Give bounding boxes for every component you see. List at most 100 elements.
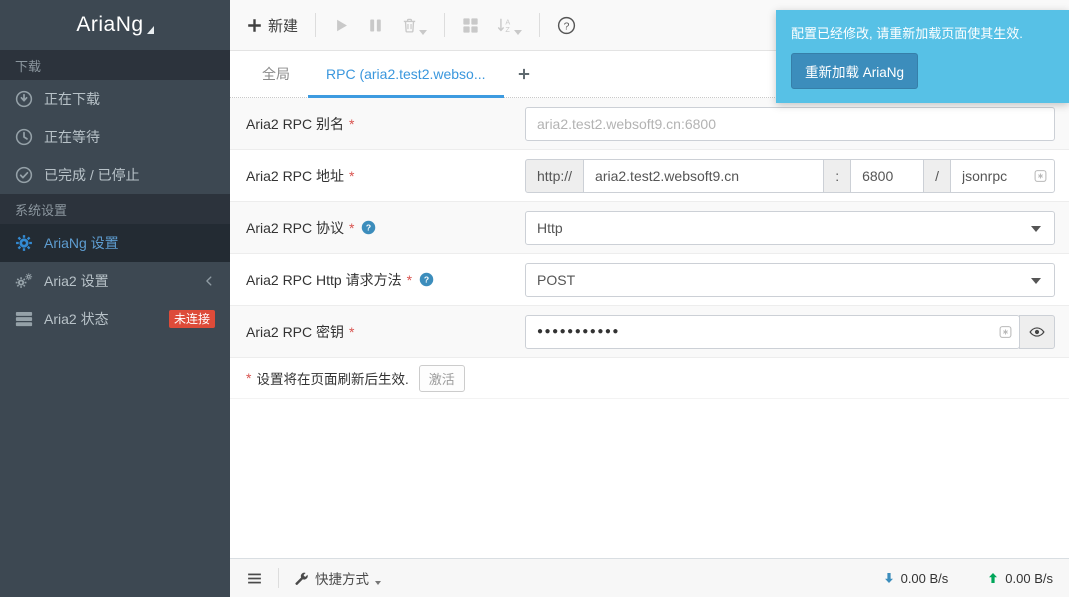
upload-arrow-icon: [986, 571, 1000, 585]
rpc-secret-control: [525, 315, 1055, 349]
show-secret-button[interactable]: [1019, 315, 1055, 349]
field-label-text: Aria2 RPC Http 请求方法: [246, 270, 402, 290]
download-speed-value: 0.00 B/s: [901, 571, 949, 586]
sidebar-item-label: 已完成 / 已停止: [44, 165, 140, 185]
add-rpc-tab-button[interactable]: [504, 51, 544, 97]
rpc-protocol-label: Aria2 RPC 协议 *: [230, 218, 525, 238]
rpc-protocol-control: Http: [525, 211, 1055, 245]
form-row-rpc-address: Aria2 RPC 地址 * http:// : /: [230, 150, 1069, 202]
reload-ariang-button[interactable]: 重新加载 AriaNg: [791, 53, 918, 89]
sidebar-item-label: 正在等待: [44, 127, 100, 147]
select-caret-icon: [1031, 226, 1041, 232]
required-asterisk: *: [407, 272, 412, 288]
download-speed: 0.00 B/s: [882, 571, 949, 586]
required-asterisk: *: [349, 324, 354, 340]
not-connected-badge: 未连接: [169, 310, 215, 328]
rpc-http-method-label: Aria2 RPC Http 请求方法 *: [230, 270, 525, 290]
field-label-text: Aria2 RPC 协议: [246, 218, 344, 238]
eye-icon: [1029, 324, 1045, 340]
selected-value: POST: [537, 272, 575, 288]
plus-icon: [246, 17, 263, 34]
sidebar-item-finished-stopped[interactable]: 已完成 / 已停止: [0, 156, 230, 194]
form-row-rpc-secret: Aria2 RPC 密钥 *: [230, 306, 1069, 358]
plus-icon: [517, 67, 531, 81]
sidebar-item-label: Aria2 状态: [44, 309, 109, 329]
colon-addon: :: [823, 159, 851, 193]
app-logo[interactable]: AriaNg: [0, 0, 230, 50]
sidebar-item-label: AriaNg 设置: [44, 233, 119, 253]
statusbar-separator: [278, 568, 279, 588]
sidebar-item-ariang-settings[interactable]: AriaNg 设置: [0, 224, 230, 262]
sort-tasks-button[interactable]: [496, 17, 513, 34]
chevron-left-icon: [203, 275, 215, 287]
statusbar-speeds: 0.00 B/s 0.00 B/s: [882, 571, 1053, 586]
pause-task-button[interactable]: [367, 17, 384, 34]
shortcut-caret-icon: [375, 581, 381, 585]
activate-button[interactable]: 激活: [419, 365, 465, 392]
rpc-secret-input[interactable]: [525, 315, 1020, 349]
form-row-rpc-alias: Aria2 RPC 别名 *: [230, 98, 1069, 150]
sort-dropdown-caret-icon[interactable]: [514, 30, 522, 35]
start-task-button[interactable]: [333, 17, 350, 34]
section-label: 下载: [15, 59, 41, 74]
hamburger-icon: [246, 570, 263, 587]
upload-speed-value: 0.00 B/s: [1005, 571, 1053, 586]
rpc-secret-label: Aria2 RPC 密钥 *: [230, 322, 525, 342]
password-manager-icon[interactable]: [998, 324, 1013, 339]
gears-icon: [15, 272, 33, 290]
sidebar-item-downloading[interactable]: 正在下载: [0, 80, 230, 118]
upload-speed: 0.00 B/s: [986, 571, 1053, 586]
sidebar-section-download: 下载: [0, 50, 230, 80]
rpc-alias-input[interactable]: [525, 107, 1055, 141]
settings-note-text: 设置将在页面刷新后生效.: [256, 368, 408, 388]
sidebar-item-aria2-status[interactable]: Aria2 状态 未连接: [0, 300, 230, 338]
sidebar-item-waiting[interactable]: 正在等待: [0, 118, 230, 156]
rpc-address-label: Aria2 RPC 地址 *: [230, 166, 525, 186]
shortcut-label: 快捷方式: [315, 568, 369, 588]
rpc-alias-control: [525, 107, 1055, 141]
grid-icon: [462, 17, 479, 34]
required-asterisk: *: [349, 220, 354, 236]
rpc-protocol-select[interactable]: Http: [525, 211, 1055, 245]
required-asterisk: *: [349, 168, 354, 184]
statusbar: 快捷方式 0.00 B/s 0.00 B/s: [230, 558, 1069, 597]
rpc-http-method-select[interactable]: POST: [525, 263, 1055, 297]
tab-global[interactable]: 全局: [244, 51, 308, 97]
tab-rpc-server[interactable]: RPC (aria2.test2.webso...: [308, 51, 504, 97]
sidebar-section-system-settings: 系统设置: [0, 194, 230, 224]
rpc-host-input[interactable]: [583, 159, 824, 193]
pause-icon: [367, 17, 384, 34]
toolbar-separator: [315, 13, 316, 37]
server-icon: [15, 310, 33, 328]
trash-icon: [401, 17, 418, 34]
clock-icon: [15, 128, 33, 146]
rpc-address-control: http:// : /: [525, 159, 1055, 193]
sidebar-item-aria2-settings[interactable]: Aria2 设置: [0, 262, 230, 300]
new-task-button[interactable]: 新建: [246, 15, 298, 36]
sidebar-item-label: 正在下载: [44, 89, 100, 109]
rpc-http-method-control: POST: [525, 263, 1055, 297]
select-tasks-button[interactable]: [462, 17, 479, 34]
rpc-port-input[interactable]: [850, 159, 924, 193]
toast-message: 配置已经修改, 请重新加载页面使其生效.: [791, 23, 1054, 42]
delete-dropdown-caret-icon[interactable]: [419, 30, 427, 35]
shortcut-button[interactable]: 快捷方式: [294, 568, 381, 588]
settings-note-row: * 设置将在页面刷新后生效. 激活: [230, 358, 1069, 399]
delete-task-button[interactable]: [401, 17, 418, 34]
config-changed-toast: 配置已经修改, 请重新加载页面使其生效. 重新加载 AriaNg: [776, 10, 1069, 103]
help-circle-icon[interactable]: [419, 272, 434, 287]
tab-label: RPC (aria2.test2.webso...: [326, 66, 486, 82]
form-row-rpc-http-method: Aria2 RPC Http 请求方法 * POST: [230, 254, 1069, 306]
help-circle-icon[interactable]: [361, 220, 376, 235]
password-manager-icon[interactable]: [1033, 168, 1048, 183]
statusbar-menu-button[interactable]: [246, 570, 263, 587]
sidebar-item-label: Aria2 设置: [44, 271, 109, 291]
select-caret-icon: [1031, 278, 1041, 284]
help-button[interactable]: [557, 16, 576, 35]
toolbar-separator: [539, 13, 540, 37]
check-circle-icon: [15, 166, 33, 184]
field-label-text: Aria2 RPC 密钥: [246, 322, 344, 342]
wrench-icon: [294, 571, 309, 586]
section-label: 系统设置: [15, 203, 67, 218]
toolbar-separator: [444, 13, 445, 37]
